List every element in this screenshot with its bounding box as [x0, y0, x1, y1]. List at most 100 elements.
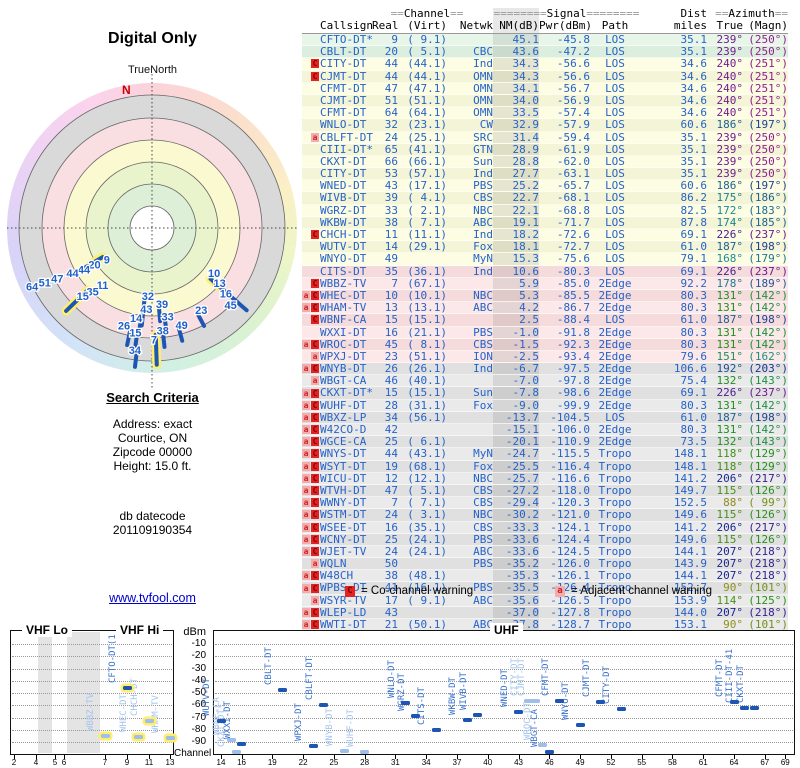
col-miles: miles	[673, 19, 707, 32]
cell-path: LOS	[605, 313, 625, 327]
co-channel-icon: C	[311, 278, 319, 288]
x-tick-label: 40	[483, 758, 493, 767]
cell-nm: -15.1	[493, 424, 539, 435]
adjacent-channel-icon: a	[311, 132, 319, 142]
signal-bar	[401, 700, 411, 705]
x-tick-label: 64	[729, 758, 739, 767]
co-channel-icon: C	[311, 71, 319, 81]
cell-netwk: Sun	[473, 154, 493, 168]
cell-warnings: aC	[302, 607, 320, 617]
cell-warnings: aC	[302, 303, 320, 313]
station-label: CFTO-DT(1	[108, 634, 118, 683]
cell-nm: -20.1	[493, 436, 539, 447]
cell-miles: 60.6	[680, 179, 708, 193]
radar-channel-label: 7	[151, 335, 157, 347]
search-city: Courtice, ON	[117, 431, 188, 445]
cell-callsign: WSTM-DT	[320, 508, 367, 522]
cell-virt: (50.1)	[407, 618, 447, 631]
cell-warnings: C	[302, 315, 320, 325]
cell-az-magn: (162°)	[748, 349, 788, 363]
cell-az-true: 239°	[716, 142, 744, 156]
cell-az-magn: (237°)	[748, 264, 788, 278]
signal-bar	[544, 749, 554, 754]
cell-real: 42	[384, 423, 398, 436]
cell-real: 26	[384, 362, 398, 376]
cell-real: 7	[391, 496, 398, 510]
panel-title-vhf-lo: VHF Lo	[22, 623, 72, 637]
cell-netwk: NBC	[473, 471, 493, 485]
signal-bar	[575, 722, 585, 727]
cell-virt: ( 5.1)	[407, 45, 447, 59]
cell-callsign: WXXI-DT	[320, 325, 367, 339]
cell-pwr: -56.6	[556, 57, 590, 71]
cell-callsign: WPXJ-DT	[320, 349, 367, 363]
cell-netwk: Fox	[473, 240, 493, 254]
cell-callsign: CJMT-DT	[320, 69, 367, 83]
cell-az-true: 226°	[716, 228, 744, 241]
co-channel-icon: C	[311, 473, 319, 483]
cell-nm: -37.0	[493, 607, 539, 618]
cell-pwr: -61.9	[556, 142, 590, 156]
cell-virt: (44.1)	[407, 57, 447, 71]
cell-az-true: 226°	[716, 386, 744, 400]
cell-az-true: 240°	[716, 106, 744, 120]
cell-az-magn: (198°)	[748, 410, 788, 424]
cell-path: 2Edge	[598, 423, 632, 436]
cell-callsign: WGRZ-DT	[320, 203, 367, 217]
table-row: a C WSTM-DT 24 ( 3.1) NBC -30.2 -121.0 Tropo 149.…	[302, 508, 788, 522]
co-channel-icon: C	[311, 388, 319, 398]
cell-warnings: aC	[302, 339, 320, 349]
cell-az-magn: (126°)	[748, 508, 788, 522]
cell-netwk: NBC	[473, 203, 493, 217]
cell-miles: 75.4	[680, 374, 708, 388]
col-real: Real	[372, 19, 399, 32]
warning-legend: C = Co-channel warning a = Adjacent chan…	[0, 585, 800, 599]
cell-path: LOS	[605, 81, 625, 95]
radar-channel-label: 9	[104, 255, 110, 267]
cell-miles: 35.1	[680, 45, 708, 59]
cell-az-magn: (250°)	[748, 33, 788, 46]
cell-netwk: ABC	[473, 618, 493, 631]
cell-az-true: 131°	[716, 337, 744, 351]
cell-pwr: -116.4	[550, 459, 590, 473]
cell-virt: (48.1)	[407, 569, 447, 583]
db-datecode-label: db datecode	[119, 509, 186, 523]
co-channel-icon: C	[311, 315, 319, 325]
cell-nm: 31.4	[493, 131, 539, 143]
cell-netwk: MyN	[473, 447, 493, 461]
cell-pwr: -97.8	[556, 374, 590, 388]
cell-nm: -33.6	[493, 546, 539, 557]
cell-netwk: ABC	[473, 301, 493, 315]
cell-virt: (11.1)	[407, 228, 447, 241]
cell-path: Tropo	[598, 508, 632, 522]
cell-miles: 148.1	[673, 447, 707, 461]
adjacent-channel-icon: a	[302, 291, 310, 301]
x-tick-label: 7	[102, 758, 108, 767]
cell-nm: 25.2	[493, 180, 539, 191]
co-channel-icon: C	[311, 620, 319, 630]
cell-miles: 34.6	[680, 81, 708, 95]
radar-channel-label: 16	[220, 288, 232, 300]
signal-bar	[473, 713, 482, 718]
cell-az-true: 206°	[716, 520, 744, 534]
station-label: CKXT-DT	[735, 664, 746, 703]
cell-callsign: WQLN	[320, 557, 347, 571]
radar-channel-label: 47	[51, 273, 63, 285]
cell-real: 50	[384, 557, 398, 571]
cell-az-magn: (203°)	[748, 362, 788, 376]
cell-real: 12	[384, 471, 398, 485]
x-tick-label: 6	[61, 758, 67, 767]
table-row: C CJMT-DT 44 (44.1) OMN 34.3 -56.6 LOS 34.6 240° (…	[302, 69, 788, 83]
cell-virt: (31.1)	[407, 398, 447, 412]
search-zipcode: Zipcode 00000	[112, 445, 193, 459]
radar-channel-label: 15	[129, 328, 141, 340]
cell-pwr: -115.5	[550, 447, 590, 461]
cell-az-true: 132°	[716, 374, 744, 388]
cell-miles: 144.1	[673, 544, 707, 558]
cell-az-magn: (143°)	[748, 435, 788, 449]
cell-virt: (44.1)	[407, 69, 447, 83]
adjacent-channel-icon: a	[302, 339, 310, 349]
co-channel-icon: C	[311, 230, 319, 240]
cell-virt: (15.1)	[407, 386, 447, 400]
cell-warnings: a	[302, 376, 320, 386]
